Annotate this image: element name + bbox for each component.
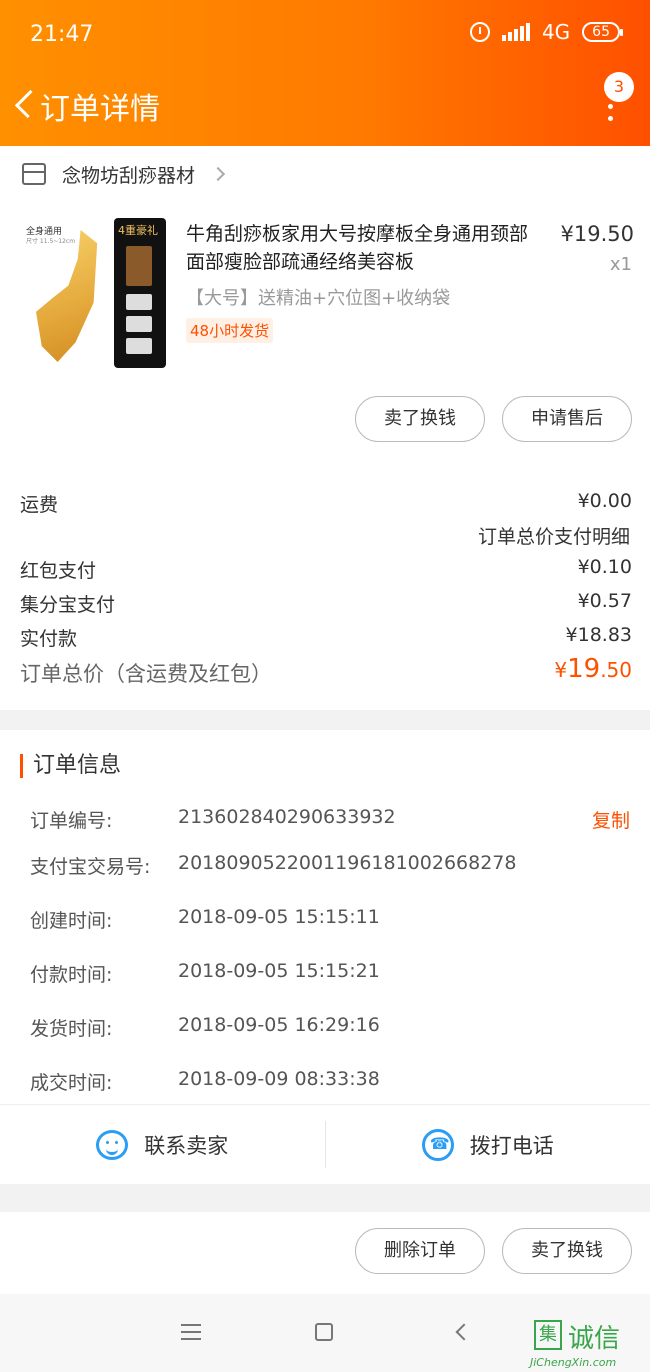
total-integer: 19 (567, 654, 601, 684)
created-time-label: 创建时间: (30, 910, 113, 932)
order-card: 念物坊刮痧器材 全身通用 尺寸 11.5~12cm 4重豪礼 牛角刮痧板家用大号… (0, 146, 650, 710)
scraping-board-image (36, 230, 98, 362)
call-button[interactable]: 拨打电话 (326, 1105, 650, 1184)
gift-item (126, 316, 152, 332)
after-sale-button[interactable]: 申请售后 (502, 396, 632, 442)
copy-button[interactable]: 复制 (592, 806, 630, 833)
jifenbao-value: ¥0.57 (577, 590, 632, 612)
gift-panel: 4重豪礼 (114, 218, 166, 368)
status-icons: 4G 65 (469, 20, 623, 44)
total-decimal: .50 (600, 658, 632, 682)
contact-seller-label: 联系卖家 (144, 1133, 229, 1158)
completed-time-label: 成交时间: (30, 1072, 113, 1094)
shipping-fee-value: ¥0.00 (577, 490, 632, 512)
shipped-time-value: 2018-09-05 16:29:16 (178, 1014, 380, 1036)
shipped-time-label: 发货时间: (30, 1018, 113, 1040)
signal-icon (501, 23, 530, 41)
gift-item (126, 338, 152, 354)
red-packet-row: 红包支付 ¥0.10 (20, 556, 632, 583)
watermark-url: JiChengXin.com (530, 1356, 617, 1369)
status-time: 21:47 (30, 22, 94, 47)
product-title[interactable]: 牛角刮痧板家用大号按摩板全身通用颈部面部瘦脸部疏通经络美容板 (186, 220, 546, 276)
created-time-value: 2018-09-05 15:15:11 (178, 906, 380, 928)
chat-icon (96, 1129, 129, 1160)
page-title: 订单详情 (40, 92, 160, 127)
delete-order-button[interactable]: 删除订单 (355, 1228, 485, 1274)
order-info-section: 订单信息 订单编号: 213602840290633932 复制 支付宝交易号:… (0, 730, 650, 1184)
product-price: ¥19.50 (560, 222, 634, 246)
home-icon[interactable] (315, 1323, 333, 1341)
header: 21:47 4G 65 订单详情 3 (0, 0, 650, 146)
notification-badge: 3 (604, 72, 634, 102)
paid-time-value: 2018-09-05 15:15:21 (178, 960, 380, 982)
payment-detail-link[interactable]: 订单总价支付明细 (478, 522, 630, 549)
paid-row: 实付款 ¥18.83 (20, 624, 632, 651)
gift-item (126, 294, 152, 310)
back-icon[interactable] (455, 1323, 473, 1341)
chevron-right-icon (210, 166, 226, 182)
alipay-id-label: 支付宝交易号: (30, 856, 151, 878)
store-icon (22, 163, 46, 185)
paid-value: ¥18.83 (565, 624, 632, 646)
resell-button-bottom[interactable]: 卖了换钱 (502, 1228, 632, 1274)
shipping-fee-row: 运费 ¥0.00 (20, 490, 632, 517)
order-total-value: ¥19.50 (554, 654, 632, 684)
chevron-left-icon (14, 89, 44, 119)
shipping-tag: 48小时发货 (186, 318, 274, 343)
watermark-text: 诚信 (568, 1324, 621, 1354)
paid-label: 实付款 (20, 628, 78, 650)
order-info-title: 订单信息 (20, 754, 121, 778)
resell-button[interactable]: 卖了换钱 (355, 396, 485, 442)
jifenbao-label: 集分宝支付 (20, 594, 116, 616)
shop-name: 念物坊刮痧器材 (62, 164, 196, 187)
contact-seller-button[interactable]: 联系卖家 (0, 1105, 325, 1184)
more-dot (608, 104, 613, 109)
product-spec: 【大号】送精油+穴位图+收纳袋 (186, 288, 451, 309)
paid-time-label: 付款时间: (30, 964, 113, 986)
gift-item (126, 246, 152, 286)
completed-time-value: 2018-09-09 08:33:38 (178, 1068, 380, 1090)
shipping-fee-label: 运费 (20, 494, 59, 516)
jifenbao-row: 集分宝支付 ¥0.57 (20, 590, 632, 617)
menu-icon[interactable] (181, 1324, 201, 1340)
order-total-row: 订单总价（含运费及红包） ¥19.50 (20, 654, 632, 688)
gift-panel-title: 4重豪礼 (118, 224, 158, 237)
more-dot (608, 116, 613, 121)
contact-bar: 联系卖家 拨打电话 (0, 1104, 650, 1184)
product-image[interactable]: 全身通用 尺寸 11.5~12cm 4重豪礼 (22, 218, 167, 368)
bottom-action-bar: 删除订单 卖了换钱 (0, 1212, 650, 1294)
order-number-value: 213602840290633932 (178, 806, 396, 828)
shop-row[interactable]: 念物坊刮痧器材 (0, 146, 650, 202)
red-packet-value: ¥0.10 (577, 556, 632, 578)
order-total-label: 订单总价（含运费及红包） (20, 662, 272, 686)
order-number-label: 订单编号: (30, 810, 113, 832)
back-button[interactable] (8, 82, 44, 126)
red-packet-label: 红包支付 (20, 560, 97, 582)
product-quantity: x1 (609, 254, 632, 275)
total-currency: ¥ (554, 658, 568, 682)
network-type: 4G (541, 20, 571, 44)
call-label: 拨打电话 (469, 1133, 554, 1158)
alarm-icon (469, 22, 490, 42)
phone-icon (421, 1128, 454, 1161)
watermark-logo: 集 (534, 1320, 562, 1350)
alipay-id-value: 2018090522001196181002668278 (178, 852, 517, 874)
image-sub-label: 尺寸 11.5~12cm (26, 238, 76, 245)
watermark: 集 诚信 JiChengXin.com (526, 1318, 646, 1372)
battery-icon: 65 (582, 22, 623, 42)
